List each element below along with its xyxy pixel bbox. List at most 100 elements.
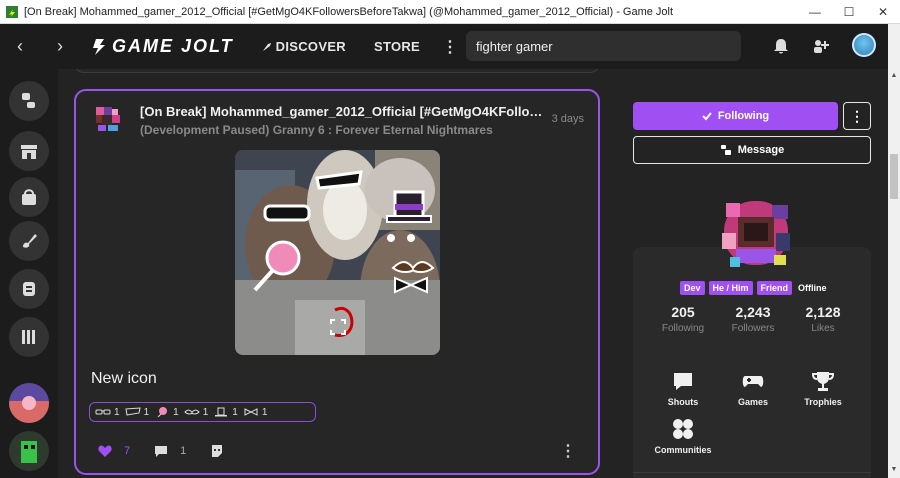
back-button[interactable]: ‹ xyxy=(0,24,40,69)
trophies-link[interactable]: Trophies xyxy=(788,369,858,407)
sticker-count: 1 xyxy=(114,406,120,418)
sticker-reaction[interactable]: 1 xyxy=(124,406,150,418)
minimize-button[interactable]: — xyxy=(798,0,832,24)
shouts-link[interactable]: Shouts xyxy=(648,369,718,407)
post-game-link[interactable]: (Development Paused) Granny 6 : Forever … xyxy=(140,123,493,137)
sticker-place-button[interactable] xyxy=(210,444,224,458)
sticker-reaction[interactable]: 1 xyxy=(213,407,238,418)
following-label: Following xyxy=(717,110,770,122)
top-navigation-bar: ‹ › GAME JOLT DISCOVER STORE ⋮ xyxy=(0,24,888,69)
profile-avatar[interactable] xyxy=(716,197,796,273)
more-menu-icon[interactable]: ⋮ xyxy=(442,37,458,57)
store-link[interactable]: STORE xyxy=(374,39,420,54)
sticker-reaction[interactable]: 1 xyxy=(154,407,179,418)
mask-sticker-icon xyxy=(124,407,141,416)
communities-link[interactable]: Communities xyxy=(648,417,718,455)
stat-likes[interactable]: 2,128 Likes xyxy=(788,304,858,334)
chat-icon xyxy=(22,93,35,108)
scroll-down-arrow-icon[interactable]: ▼ xyxy=(888,464,900,476)
scroll-up-arrow-icon[interactable]: ▲ xyxy=(888,70,900,82)
sticker-count: 1 xyxy=(232,406,238,418)
speech-bubble-icon xyxy=(674,373,692,390)
profile-stats: 205 Following 2,243 Followers 2,128 Like… xyxy=(648,304,858,334)
comment-button[interactable]: 1 xyxy=(154,444,186,458)
post-actions: 7 1 ⋮ xyxy=(98,441,576,461)
rocket-icon xyxy=(262,42,271,51)
mustache-sticker-icon xyxy=(183,409,200,415)
window-scrollbar[interactable]: ▲ ▼ xyxy=(888,24,900,478)
sidebar-store-button[interactable] xyxy=(9,131,49,171)
tag-dev: Dev xyxy=(680,281,705,295)
post-timestamp[interactable]: 3 days xyxy=(552,113,584,125)
stat-followers[interactable]: 2,243 Followers xyxy=(718,304,788,334)
chat-icon xyxy=(720,145,731,155)
sidebar-creator-button[interactable] xyxy=(9,221,49,261)
library-icon xyxy=(22,330,35,344)
post-more-options-icon[interactable]: ⋮ xyxy=(560,441,576,461)
left-sidebar xyxy=(0,69,58,478)
sidebar-community-avatar-2[interactable] xyxy=(9,431,49,471)
sidebar-quests-button[interactable] xyxy=(9,269,49,309)
comment-icon xyxy=(155,446,168,457)
author-avatar[interactable] xyxy=(92,103,124,135)
sticker-reaction[interactable]: 1 xyxy=(243,407,267,418)
stat-label: Followers xyxy=(731,323,775,334)
trophies-label: Trophies xyxy=(804,397,842,407)
trophy-icon xyxy=(811,372,835,391)
profile-more-options-button[interactable]: ⋮ xyxy=(843,102,871,130)
comment-count: 1 xyxy=(180,445,187,457)
stat-label: Likes xyxy=(811,323,835,334)
post-image[interactable] xyxy=(235,150,440,355)
sidebar-library-button[interactable] xyxy=(9,317,49,357)
shopping-bag-icon xyxy=(22,189,36,205)
window-titlebar: [On Break] Mohammed_gamer_2012_Official … xyxy=(0,0,900,24)
maximize-button[interactable]: ☐ xyxy=(832,0,866,24)
games-label: Games xyxy=(737,397,769,407)
games-link[interactable]: Games xyxy=(718,369,788,407)
brush-icon xyxy=(23,234,37,248)
checkmark-icon xyxy=(702,112,712,121)
post-image-art xyxy=(235,150,440,355)
online-status: Offline xyxy=(798,283,827,293)
previous-post-card xyxy=(74,69,600,73)
message-button[interactable]: Message xyxy=(633,136,871,164)
main-content: [On Break] Mohammed_gamer_2012_Official … xyxy=(58,69,888,478)
close-button[interactable]: ✕ xyxy=(866,0,900,24)
lollipop-sticker-icon xyxy=(157,407,168,417)
stat-number: 2,128 xyxy=(805,304,841,320)
sticker-count: 1 xyxy=(202,406,209,418)
scrollbar-thumb[interactable] xyxy=(890,154,898,199)
following-button[interactable]: Following xyxy=(633,102,838,130)
discover-link[interactable]: DISCOVER xyxy=(262,39,346,54)
search-input[interactable] xyxy=(466,31,741,61)
notifications-bell-icon[interactable] xyxy=(772,37,790,55)
user-avatar[interactable] xyxy=(852,33,876,57)
forward-button[interactable]: › xyxy=(40,24,80,69)
like-button[interactable]: 7 xyxy=(98,444,130,458)
stat-following[interactable]: 205 Following xyxy=(648,304,718,334)
window-title: [On Break] Mohammed_gamer_2012_Official … xyxy=(24,5,674,18)
sticker-icon xyxy=(212,445,223,457)
friend-requests-icon[interactable] xyxy=(812,37,830,55)
sticker-reactions[interactable]: 1 1 1 1 1 1 xyxy=(89,402,316,422)
sticker-reaction[interactable]: 1 xyxy=(95,407,120,418)
tag-friend: Friend xyxy=(756,281,793,295)
post-author-name[interactable]: [On Break] Mohammed_gamer_2012_Official … xyxy=(140,104,545,119)
sticker-count: 1 xyxy=(143,406,150,418)
profile-tags: Dev He / Him Friend Offline xyxy=(680,281,827,295)
scroll-icon xyxy=(23,282,35,296)
game-jolt-logo[interactable]: GAME JOLT xyxy=(92,36,234,57)
post-card[interactable]: [On Break] Mohammed_gamer_2012_Official … xyxy=(74,89,600,475)
gamepad-icon xyxy=(742,376,764,387)
sunglasses-sticker-icon xyxy=(95,409,111,415)
stat-label: Following xyxy=(661,323,705,334)
bowtie-sticker-icon xyxy=(244,408,258,416)
communities-icon xyxy=(673,419,693,439)
sidebar-chat-button[interactable] xyxy=(9,81,49,121)
heart-icon xyxy=(98,445,112,457)
sticker-reaction[interactable]: 1 xyxy=(183,406,209,418)
shouts-label: Shouts xyxy=(667,397,699,407)
sidebar-shop-button[interactable] xyxy=(9,177,49,217)
sidebar-community-avatar-1[interactable] xyxy=(9,383,49,423)
storefront-icon xyxy=(21,145,37,159)
